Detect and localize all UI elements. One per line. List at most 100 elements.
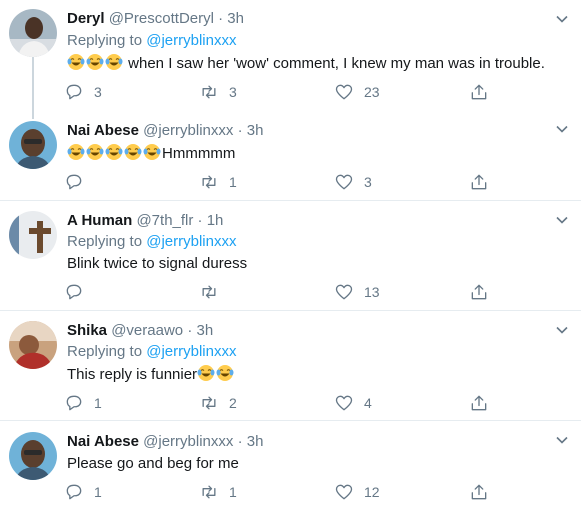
separator-dot: · [197,212,203,229]
timestamp[interactable]: 3h [196,322,213,339]
reply-icon [66,395,82,411]
reply-button[interactable] [64,171,94,193]
emoji-group [67,54,124,72]
share-icon [471,84,487,100]
chevron-down-icon[interactable] [555,213,569,227]
tweet-text: Hmmmmm [67,143,235,164]
timestamp[interactable]: 3h [227,10,244,27]
separator-dot: · [237,122,243,139]
separator-dot: · [237,433,243,450]
mention-link[interactable]: @jerryblinxxx [146,233,236,250]
replying-to: Replying to @jerryblinxxx [67,232,236,252]
chevron-down-icon[interactable] [555,12,569,26]
face-with-tears-of-joy-emoji-icon [143,144,161,160]
retweet-button[interactable]: 1 [199,171,237,193]
retweet-button[interactable] [199,281,229,303]
person-photo-avatar-icon [9,432,57,480]
retweet-button[interactable]: 1 [199,481,237,503]
tweet-header: A Human @7th_flr · 1h [67,211,223,231]
tweet-header: Nai Abese @jerryblinxxx · 3h [67,432,263,452]
mention-link[interactable]: @jerryblinxxx [146,343,236,360]
replying-prefix: Replying to [67,343,143,360]
reply-button[interactable]: 1 [64,392,102,414]
share-icon [471,174,487,190]
thread-line [32,109,34,119]
user-handle[interactable]: @jerryblinxxx [143,122,233,139]
like-count: 4 [364,395,372,411]
share-icon [471,395,487,411]
display-name[interactable]: Nai Abese [67,433,139,450]
tweet-header: Nai Abese @jerryblinxxx · 3h [67,121,263,141]
tweet[interactable]: Nai Abese @jerryblinxxx · 3h Hmmmmm 1 3 [0,109,581,201]
heart-icon [335,174,353,190]
tweet-text-content: when I saw her 'wow' comment, I knew my … [124,55,545,72]
chevron-down-icon[interactable] [555,323,569,337]
chevron-down-icon[interactable] [555,122,569,136]
share-button[interactable] [469,171,489,193]
reply-icon [66,284,82,300]
like-button[interactable]: 23 [334,81,380,103]
avatar[interactable] [9,9,57,57]
retweet-button[interactable]: 2 [199,392,237,414]
share-button[interactable] [469,81,489,103]
user-handle[interactable]: @PrescottDeryl [109,10,214,27]
avatar[interactable] [9,321,57,369]
tweet-text-content: Please go and beg for me [67,455,239,472]
retweet-count: 3 [229,84,237,100]
like-button[interactable]: 3 [334,171,372,193]
reply-button[interactable]: 3 [64,81,102,103]
tweet[interactable]: Nai Abese @jerryblinxxx · 3h Please go a… [0,421,581,508]
timestamp[interactable]: 3h [247,122,264,139]
reply-icon [66,174,82,190]
tweet[interactable]: Deryl @PrescottDeryl · 3h Replying to @j… [0,0,581,109]
cross-photo-avatar-icon [9,211,57,259]
display-name[interactable]: A Human [67,212,132,229]
avatar[interactable] [9,121,57,169]
timestamp[interactable]: 3h [247,433,264,450]
reply-icon [66,484,82,500]
face-with-tears-of-joy-emoji-icon [105,144,123,160]
retweet-icon [202,285,216,299]
emoji-group [67,144,162,162]
reply-button[interactable]: 1 [64,481,102,503]
tweet-text: Please go and beg for me [67,454,239,474]
user-handle[interactable]: @veraawo [111,322,183,339]
share-button[interactable] [469,481,489,503]
reply-icon [66,84,82,100]
face-with-tears-of-joy-emoji-icon [86,144,104,160]
separator-dot: · [218,10,224,27]
share-button[interactable] [469,281,489,303]
reply-count: 1 [94,395,102,411]
photo-avatar-icon [9,321,57,369]
reply-button[interactable] [64,281,94,303]
tweet-text-content: Hmmmmm [162,145,236,162]
tweet[interactable]: A Human @7th_flr · 1h Replying to @jerry… [0,201,581,311]
mention-link[interactable]: @jerryblinxxx [146,32,236,49]
face-with-tears-of-joy-emoji-icon [105,54,123,70]
replying-to: Replying to @jerryblinxxx [67,342,236,362]
tweet-actions: 1 3 [64,171,504,193]
like-button[interactable]: 4 [334,392,372,414]
share-button[interactable] [469,392,489,414]
user-handle[interactable]: @7th_flr [136,212,193,229]
display-name[interactable]: Deryl [67,10,105,27]
avatar[interactable] [9,211,57,259]
avatar[interactable] [9,432,57,480]
face-with-tears-of-joy-emoji-icon [124,144,142,160]
tweet-actions: 13 [64,281,504,303]
tweet-text: This reply is funnier [67,364,235,385]
like-button[interactable]: 13 [334,281,380,303]
tweet-text: Blink twice to signal duress [67,254,247,274]
retweet-button[interactable]: 3 [199,81,237,103]
tweet-text-content: This reply is funnier [67,366,198,383]
separator-dot: · [187,322,193,339]
timestamp[interactable]: 1h [207,212,224,229]
display-name[interactable]: Nai Abese [67,122,139,139]
display-name[interactable]: Shika [67,322,107,339]
chevron-down-icon[interactable] [555,433,569,447]
user-handle[interactable]: @jerryblinxxx [143,433,233,450]
like-button[interactable]: 12 [334,481,380,503]
tweet-text-content: Blink twice to signal duress [67,255,248,272]
tweet[interactable]: Shika @veraawo · 3h Replying to @jerrybl… [0,311,581,421]
like-count: 12 [364,484,380,500]
